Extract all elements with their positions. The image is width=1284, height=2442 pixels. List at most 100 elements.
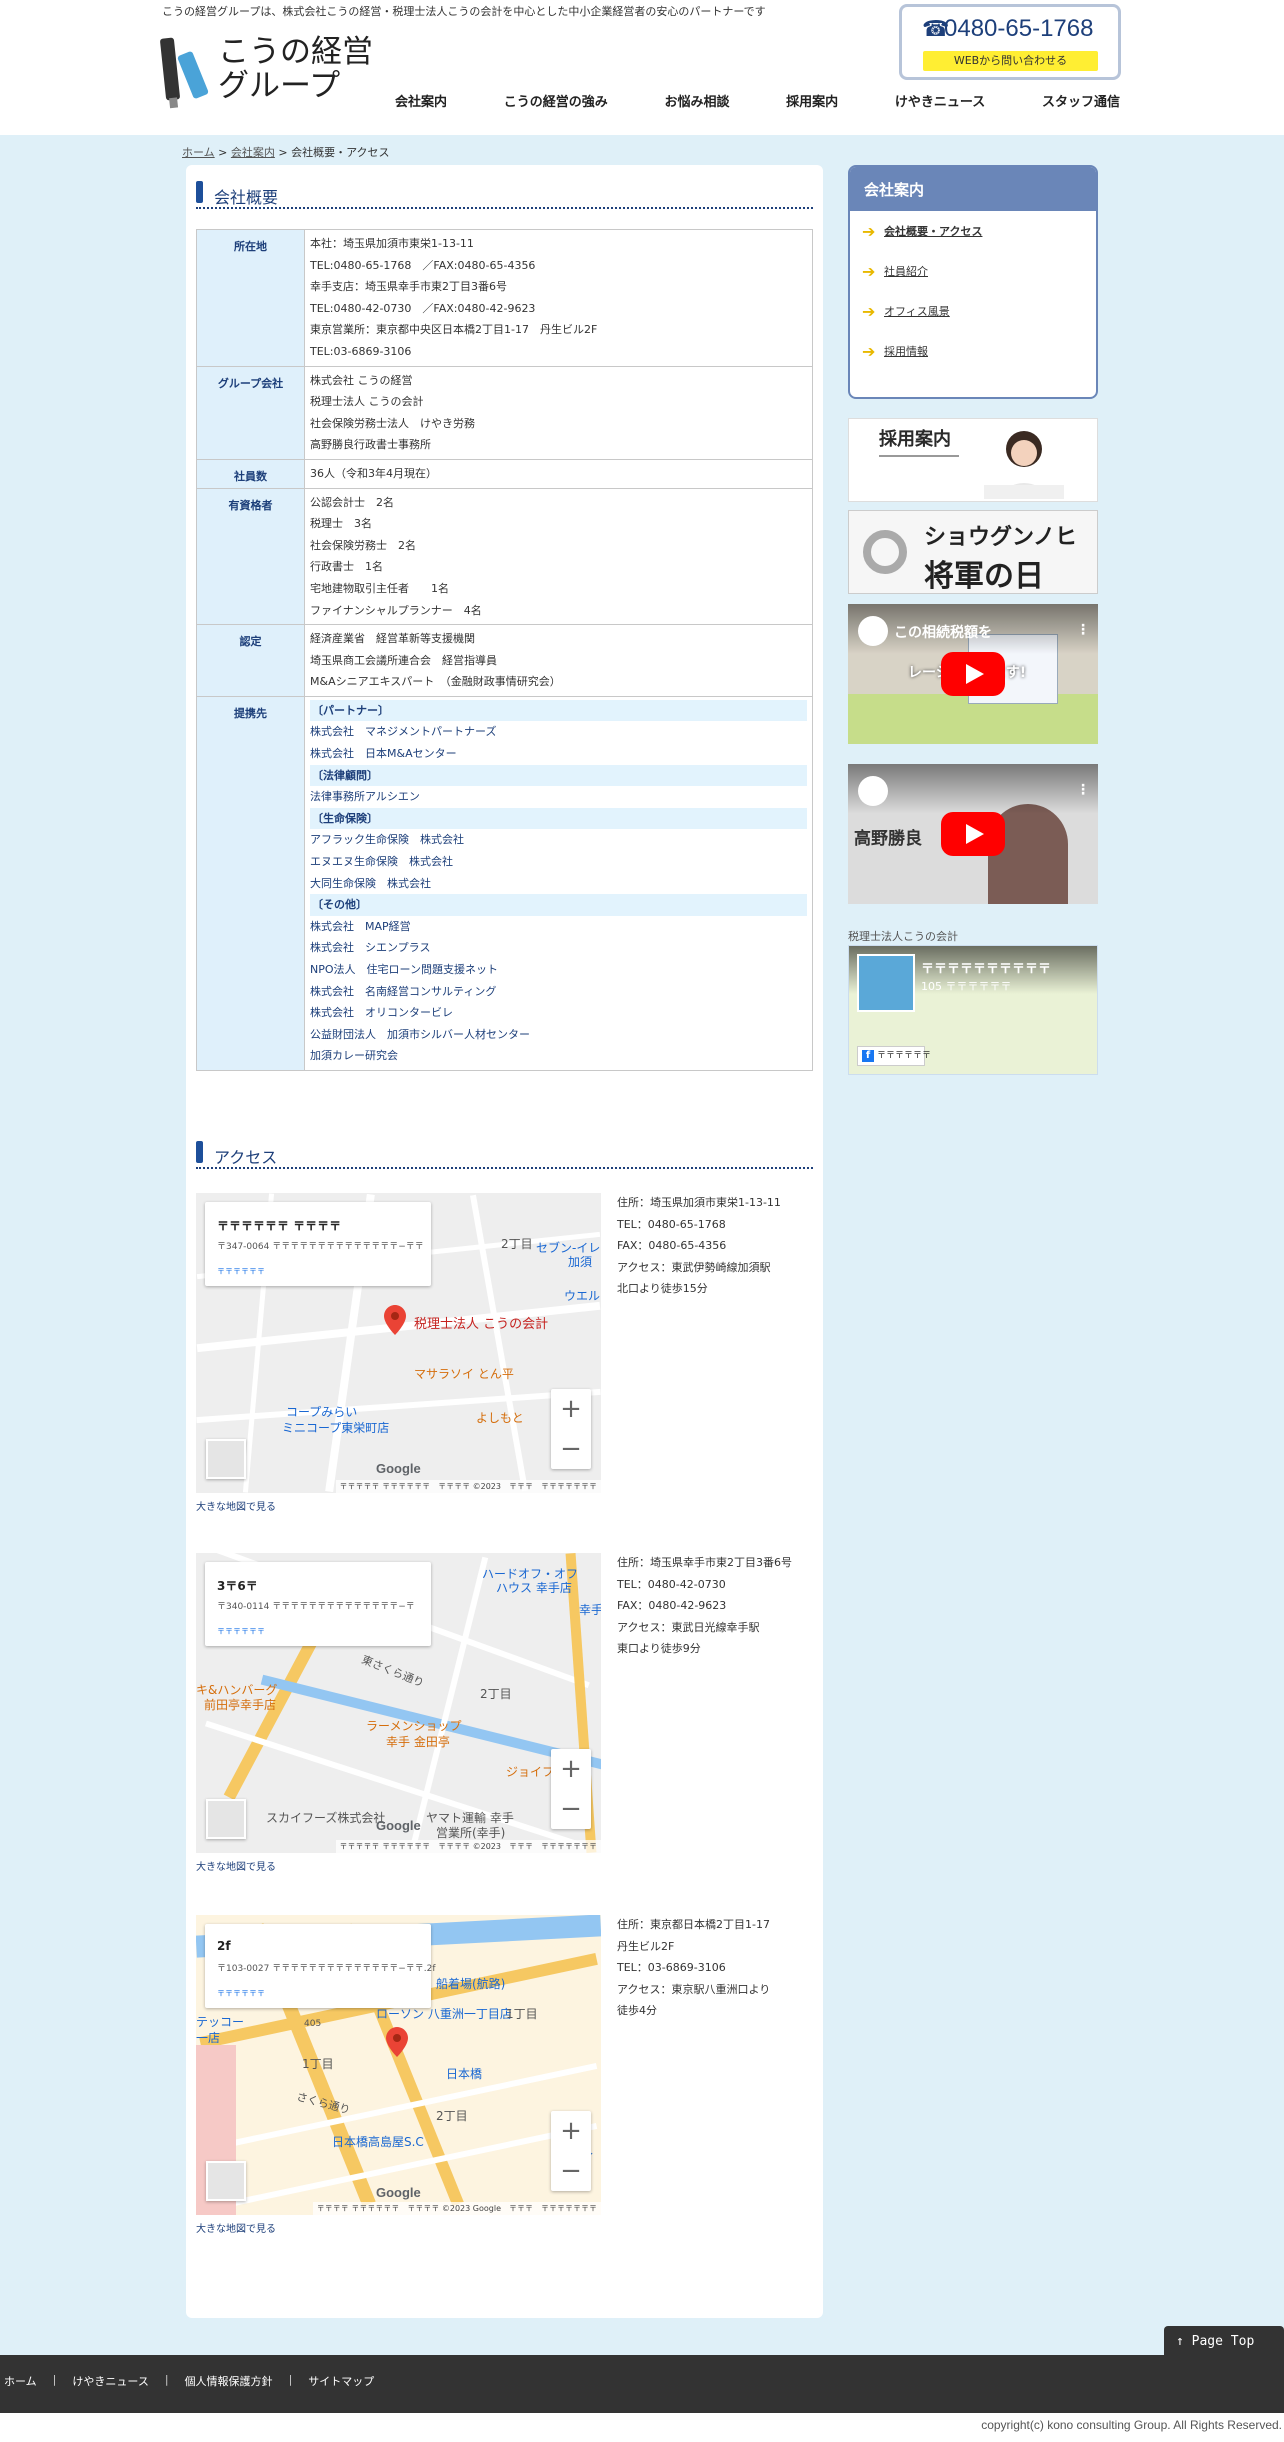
sidebar-item-office[interactable]: ➔ オフィス風景 <box>850 302 1096 345</box>
nav-keyaki-news[interactable]: けやきニュース <box>895 91 985 111</box>
poi-label: ラーメンショップ <box>366 1719 462 1733</box>
google-logo: Google <box>376 1818 421 1833</box>
big-map-link[interactable]: 大きな地図で見る <box>196 2220 276 2235</box>
big-map-link[interactable]: 大きな地図で見る <box>196 1498 276 1513</box>
breadcrumb-home[interactable]: ホーム <box>182 146 215 159</box>
footer-link-news[interactable]: けやきニュース <box>72 2373 148 2389</box>
row-label: グループ会社 <box>196 365 305 460</box>
partner-item: 加須カレー研究会 <box>310 1049 398 1063</box>
play-button-icon[interactable] <box>941 652 1005 696</box>
breadcrumb-current: 会社概要・アクセス <box>291 146 390 159</box>
poi-label: ウエル <box>564 1289 601 1303</box>
poi-label: 1丁目 <box>302 2057 334 2071</box>
access-section-title: アクセス <box>196 1139 813 1169</box>
facebook-page-logo <box>857 954 915 1012</box>
poi-label: 405 <box>304 2019 322 2029</box>
street-view-pegman-icon[interactable] <box>206 2161 246 2201</box>
arrow-right-icon: ➔ <box>862 222 876 241</box>
map-tokyo[interactable]: 船着場(航路) ローソン 八重洲一丁目店 日本橋 日本橋高島屋S.C さくら通り… <box>196 1915 601 2215</box>
sidebar-item-staff[interactable]: ➔ 社員紹介 <box>850 264 1096 305</box>
poi-label: 2丁目 <box>501 1237 533 1251</box>
nav-strengths[interactable]: こうの経営の強み <box>504 91 608 111</box>
zoom-out-icon[interactable]: − <box>551 1429 591 1469</box>
map-zoom-control: + − <box>551 1389 591 1469</box>
map-marker-icon[interactable] <box>384 1305 406 1335</box>
poi-label: 幸手 金田亭 <box>386 1735 450 1749</box>
nav-staff-blog[interactable]: スタッフ通信 <box>1042 91 1120 111</box>
row-value: 36人（令和3年4月現在） <box>304 458 813 489</box>
row-value: 株式会社 こうの経営 税理士法人 こうの会計 社会保険労務士法人 けやき労務 高… <box>304 365 813 460</box>
more-options-icon[interactable]: ⋮ <box>1076 782 1090 798</box>
channel-avatar-icon <box>858 776 888 806</box>
phone-number[interactable]: ☎0480-65-1768 <box>922 15 1093 43</box>
play-button-icon[interactable] <box>941 812 1005 856</box>
map-marker-icon[interactable] <box>386 2027 408 2057</box>
table-row: グループ会社 株式会社 こうの経営 税理士法人 こうの会計 社会保険労務士法人 … <box>196 365 813 460</box>
zoom-in-icon[interactable]: + <box>551 1749 591 1789</box>
map-directions-link[interactable]: 〒〒〒〒〒〒 <box>217 1626 265 1637</box>
zoom-in-icon[interactable]: + <box>551 2111 591 2151</box>
site-header: こうの経営グループは、株式会社こうの経営・税理士法人こうの会計を中心とした中小企… <box>0 0 1284 135</box>
partner-category: 〔パートナー〕 <box>310 699 807 722</box>
youtube-video-2[interactable]: 高野勝良 ⋮ <box>848 764 1098 904</box>
title-bar-icon <box>196 181 203 203</box>
sidebar-item-overview[interactable]: ➔ 会社概要・アクセス <box>850 222 1096 265</box>
logo-text-line2: グループ <box>218 68 341 104</box>
youtube-video-1[interactable]: この相続税額を レーションします! ⋮ <box>848 604 1098 744</box>
zoom-in-icon[interactable]: + <box>551 1389 591 1429</box>
street-view-pegman-icon[interactable] <box>206 1799 246 1839</box>
partner-item: NPO法人 住宅ローン問題支援ネット <box>310 963 498 976</box>
poi-label: 前田亭幸手店 <box>204 1698 277 1712</box>
site-logo[interactable]: こうの経営 グループ <box>159 34 373 104</box>
global-nav: 会社案内 こうの経営の強み お悩み相談 採用案内 けやきニュース スタッフ通信 <box>395 91 1120 111</box>
map-zoom-control: + − <box>551 2111 591 2191</box>
shogun-banner[interactable]: ショウグンノヒ 将軍の日 <box>848 510 1098 594</box>
footer-link-home[interactable]: ホーム <box>4 2373 37 2389</box>
map-directions-link[interactable]: 〒〒〒〒〒〒 <box>217 1988 265 1999</box>
page-top-button[interactable]: ↑ Page Top <box>1164 2326 1284 2358</box>
big-map-link[interactable]: 大きな地図で見る <box>196 1858 276 1873</box>
circle-icon <box>863 530 907 574</box>
recruit-banner[interactable]: 採用案内 <box>848 418 1098 502</box>
nav-recruit[interactable]: 採用案内 <box>786 91 838 111</box>
poi-label: 幸手 <box>579 1603 601 1617</box>
poi-label: 日本橋 <box>446 2067 483 2081</box>
map-satte[interactable]: ハードオフ・オフ ハウス 幸手店 キ&ハンバーグ 前田亭幸手店 ラーメンショップ… <box>196 1553 601 1853</box>
poi-label: コープみらい <box>286 1405 358 1419</box>
channel-avatar-icon <box>858 616 888 646</box>
facebook-page-widget[interactable]: 〒〒〒〒〒〒〒〒〒〒 105 〒〒〒〒〒〒 f 〒〒〒〒〒〒 <box>848 945 1098 1075</box>
web-contact-button[interactable]: WEBから問い合わせる <box>923 51 1098 71</box>
marker-label: 税理士法人 こうの会計 <box>414 1317 549 1332</box>
facebook-like-button[interactable]: f 〒〒〒〒〒〒 <box>857 1046 931 1066</box>
partner-category: 〔その他〕 <box>310 894 807 916</box>
partner-category: 〔法律顧問〕 <box>310 764 807 787</box>
footer-link-sitemap[interactable]: サイトマップ <box>308 2373 374 2389</box>
row-label: 有資格者 <box>196 487 305 626</box>
poi-label: ミニコープ東栄町店 <box>282 1421 390 1435</box>
poi-label: 2丁目 <box>436 2109 468 2123</box>
main-content: 会社概要 所在地 本社：埼玉県加須市東栄1-13-11 TEL:0480-65-… <box>186 165 823 2318</box>
street-view-pegman-icon[interactable] <box>206 1439 246 1479</box>
nav-consultation[interactable]: お悩み相談 <box>664 91 729 111</box>
breadcrumb-company[interactable]: 会社案内 <box>231 146 275 159</box>
poi-label: 日本橋高島屋S.C <box>332 2135 424 2149</box>
zoom-out-icon[interactable]: − <box>551 1789 591 1829</box>
partner-item: 株式会社 オリコンタービレ <box>310 1006 453 1020</box>
footer-link-privacy[interactable]: 個人情報保護方針 <box>185 2373 273 2389</box>
row-label: 認定 <box>196 624 305 697</box>
breadcrumb-sep: > <box>278 146 288 159</box>
nav-company[interactable]: 会社案内 <box>395 91 447 111</box>
partner-item: エヌエヌ生命保険 株式会社 <box>310 855 453 869</box>
row-value: 公認会計士 2名 税理士 3名 社会保険労務士 2名 行政書士 1名 宅地建物取… <box>304 487 813 626</box>
map-directions-link[interactable]: 〒〒〒〒〒〒 <box>217 1266 265 1277</box>
sidebar-item-recruit[interactable]: ➔ 採用情報 <box>850 344 1096 385</box>
poi-label: 1丁目 <box>506 2007 538 2021</box>
map-kazo[interactable]: 税理士法人 こうの会計 マサラソイ とん平 コープみらい ミニコープ東栄町店 よ… <box>196 1193 601 1493</box>
partner-category: 〔生命保険〕 <box>310 807 807 830</box>
more-options-icon[interactable]: ⋮ <box>1076 622 1090 638</box>
footer-nav: ホーム | けやきニュース | 個人情報保護方針 | サイトマップ <box>0 2355 1284 2413</box>
arrow-right-icon: ➔ <box>862 302 876 321</box>
access-info: 住所：埼玉県幸手市東2丁目3番6号 TEL：0480-42-0730 FAX：0… <box>617 1556 792 1656</box>
zoom-out-icon[interactable]: − <box>551 2151 591 2191</box>
poi-label: 2丁目 <box>480 1687 512 1701</box>
